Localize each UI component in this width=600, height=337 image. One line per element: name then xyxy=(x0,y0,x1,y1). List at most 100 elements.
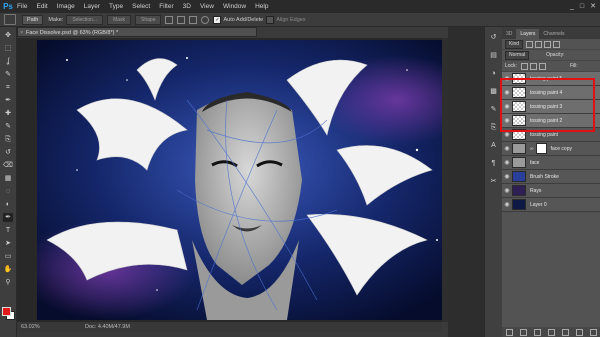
auto-add-delete-checkbox[interactable]: ✓ xyxy=(213,15,222,24)
marquee-tool-icon[interactable]: ⬚ xyxy=(3,44,13,53)
menu-bar: Ps File Edit Image Layer Type Select Fil… xyxy=(0,0,600,13)
link-layers-icon[interactable] xyxy=(505,328,513,336)
auto-add-delete-label: Auto Add/Delete xyxy=(223,16,264,23)
filter-type-icon[interactable] xyxy=(544,40,552,48)
zoom-tool-icon[interactable]: ⚲ xyxy=(3,278,13,287)
path-operations-icon[interactable] xyxy=(165,15,174,24)
path-select-tool-icon[interactable]: ➤ xyxy=(3,239,13,248)
layer-thumbnail xyxy=(512,171,526,182)
type-tool-icon[interactable]: T xyxy=(3,226,13,235)
image-canvas[interactable] xyxy=(37,40,457,320)
photoshop-logo: Ps xyxy=(3,2,13,11)
path-arrangement-icon[interactable] xyxy=(189,15,198,24)
clone-source-icon[interactable]: ⎘ xyxy=(489,123,498,132)
eye-icon[interactable]: ◉ xyxy=(502,173,512,180)
layer-style-icon[interactable] xyxy=(519,328,527,336)
adjustment-layer-icon[interactable] xyxy=(547,328,555,336)
tab-channels[interactable]: Channels xyxy=(539,29,568,39)
menu-edit[interactable]: Edit xyxy=(36,0,47,13)
tab-layers[interactable]: Layers xyxy=(516,29,540,39)
link-icon[interactable]: ∞ xyxy=(530,146,534,152)
menu-view[interactable]: View xyxy=(200,0,214,13)
brush-tool-icon[interactable]: ✎ xyxy=(3,122,13,131)
dodge-tool-icon[interactable]: ◐ xyxy=(3,200,13,209)
hand-tool-icon[interactable]: ✋ xyxy=(3,265,13,274)
layer-mask-thumbnail[interactable] xyxy=(535,143,547,154)
close-icon[interactable]: ✕ xyxy=(590,1,596,12)
path-alignment-icon[interactable] xyxy=(177,15,186,24)
zoom-level[interactable]: 63.02% xyxy=(21,322,40,332)
styles-icon[interactable]: ▩ xyxy=(489,87,498,96)
eye-icon[interactable]: ◉ xyxy=(502,187,512,194)
layer-row[interactable]: ◉ Layer 0 xyxy=(502,198,600,212)
options-bar: Path Make: Selection... Mask Shape ✓ Aut… xyxy=(0,13,600,27)
properties-icon[interactable]: ▤ xyxy=(489,51,498,60)
menu-window[interactable]: Window xyxy=(223,0,246,13)
menu-layer[interactable]: Layer xyxy=(84,0,100,13)
eye-icon[interactable]: ◉ xyxy=(502,131,512,138)
crop-tool-icon[interactable]: ⌗ xyxy=(3,83,13,92)
new-group-icon[interactable] xyxy=(561,328,569,336)
lock-pixels-icon[interactable] xyxy=(520,62,528,70)
history-icon[interactable]: ↺ xyxy=(489,33,498,42)
shape-button[interactable]: Shape xyxy=(135,14,162,25)
brush-icon[interactable]: ✎ xyxy=(489,105,498,114)
quick-select-tool-icon[interactable]: ✎ xyxy=(3,70,13,79)
trash-icon[interactable] xyxy=(589,328,597,336)
history-brush-tool-icon[interactable]: ↺ xyxy=(3,148,13,157)
foreground-color-swatch[interactable] xyxy=(2,307,11,316)
layer-row[interactable]: ◉ Brush Stroke xyxy=(502,170,600,184)
menu-help[interactable]: Help xyxy=(255,0,268,13)
lasso-tool-icon[interactable]: ʆ xyxy=(3,57,13,66)
maximize-icon[interactable]: □ xyxy=(580,1,584,12)
selection-button[interactable]: Selection... xyxy=(66,14,104,25)
eye-icon[interactable]: ◉ xyxy=(502,159,512,166)
character-icon[interactable]: A xyxy=(489,141,498,150)
gradient-tool-icon[interactable]: ▦ xyxy=(3,174,13,183)
add-mask-icon[interactable] xyxy=(533,328,541,336)
healing-brush-tool-icon[interactable]: ✚ xyxy=(3,109,13,118)
move-tool-icon[interactable]: ✥ xyxy=(3,31,13,40)
clone-stamp-tool-icon[interactable]: ⎘ xyxy=(3,135,13,144)
layer-name: face copy xyxy=(550,145,572,152)
kind-filter-select[interactable]: Kind xyxy=(505,39,524,49)
new-layer-icon[interactable] xyxy=(575,328,583,336)
rectangle-tool-icon[interactable]: ▭ xyxy=(3,252,13,261)
filter-adjustment-icon[interactable] xyxy=(535,40,543,48)
align-edges-checkbox[interactable] xyxy=(266,15,275,24)
lock-position-icon[interactable] xyxy=(529,62,537,70)
path-mode-select[interactable]: Path xyxy=(22,14,44,25)
eraser-tool-icon[interactable]: ⌫ xyxy=(3,161,13,170)
eye-icon[interactable]: ◉ xyxy=(502,145,512,152)
pen-tool-preset-icon[interactable] xyxy=(4,14,16,25)
filter-pixel-icon[interactable] xyxy=(526,40,534,48)
mask-button[interactable]: Mask xyxy=(107,14,132,25)
lock-all-icon[interactable] xyxy=(538,62,546,70)
layer-row[interactable]: ◉ ∞ face copy xyxy=(502,142,600,156)
layer-thumbnail xyxy=(512,185,526,196)
menu-image[interactable]: Image xyxy=(57,0,75,13)
menu-type[interactable]: Type xyxy=(109,0,123,13)
blur-tool-icon[interactable]: ◌ xyxy=(3,187,13,196)
blend-mode-select[interactable]: Normal xyxy=(505,50,530,60)
pen-tool-icon[interactable]: ✒ xyxy=(3,213,13,222)
menu-file[interactable]: File xyxy=(17,0,27,13)
layer-row[interactable]: ◉ Rays xyxy=(502,184,600,198)
eye-icon[interactable]: ◉ xyxy=(502,201,512,208)
fill-label: Fill: xyxy=(569,63,578,69)
menu-3d[interactable]: 3D xyxy=(183,0,191,13)
paragraph-icon[interactable]: ¶ xyxy=(489,159,498,168)
layers-panel: 3D Layers Channels Kind Normal Opacity: … xyxy=(502,27,600,337)
adjustments-icon[interactable]: ◑ xyxy=(489,69,498,78)
minimize-icon[interactable]: _ xyxy=(570,1,574,12)
layer-row[interactable]: ◉ face xyxy=(502,156,600,170)
close-tab-icon[interactable]: × xyxy=(20,28,23,38)
filter-shape-icon[interactable] xyxy=(553,40,561,48)
eyedropper-tool-icon[interactable]: ✒ xyxy=(3,96,13,105)
menu-filter[interactable]: Filter xyxy=(159,0,173,13)
menu-select[interactable]: Select xyxy=(132,0,150,13)
gear-icon[interactable] xyxy=(201,15,210,24)
tab-3d[interactable]: 3D xyxy=(502,29,516,39)
tool-presets-icon[interactable]: ✂ xyxy=(489,177,498,186)
document-tab[interactable]: × Face Dissolve.psd @ 63% (RGB/8*) * xyxy=(17,27,257,37)
